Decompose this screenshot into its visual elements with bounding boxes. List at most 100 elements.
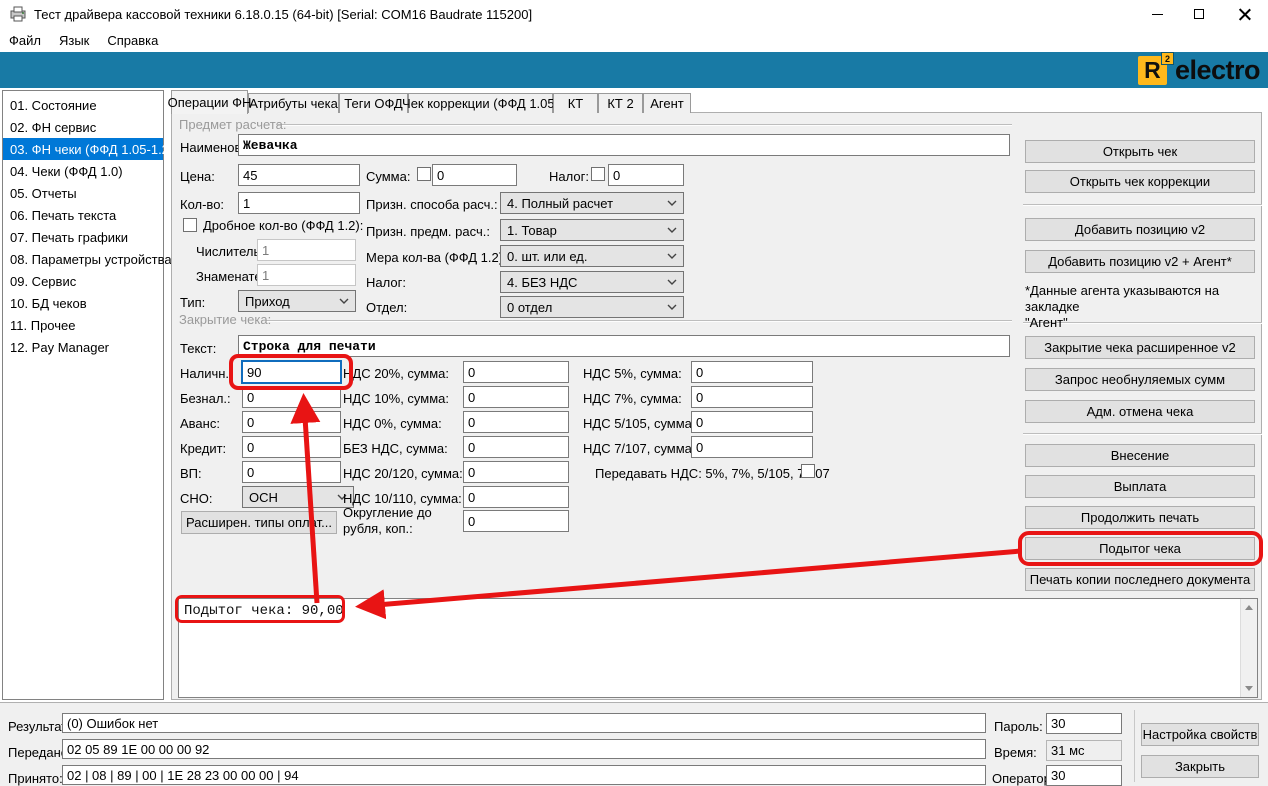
calc-method-select[interactable]: 4. Полный расчет xyxy=(500,192,684,214)
tax-checkbox[interactable] xyxy=(591,167,605,181)
result-field[interactable] xyxy=(62,713,986,733)
sidebar-item-fn-service[interactable]: 02. ФН сервис xyxy=(3,116,163,138)
sidebar-item-pay-manager[interactable]: 12. Pay Manager xyxy=(3,336,163,358)
fraction-qty-checkbox[interactable] xyxy=(183,218,197,232)
sidebar-item-state[interactable]: 01. Состояние xyxy=(3,94,163,116)
vat10-label: НДС 10%, сумма: xyxy=(343,391,449,406)
sidebar-item-print-text[interactable]: 06. Печать текста xyxy=(3,204,163,226)
credit-input[interactable] xyxy=(242,436,341,458)
admin-cancel-receipt-button[interactable]: Адм. отмена чека xyxy=(1025,400,1255,423)
close-button[interactable] xyxy=(1222,0,1268,28)
vat7-input[interactable] xyxy=(691,386,813,408)
vat-none-input[interactable] xyxy=(463,436,569,458)
tab-ofd-tags[interactable]: Теги ОФД xyxy=(339,93,408,113)
open-correction-receipt-button[interactable]: Открыть чек коррекции xyxy=(1025,170,1255,193)
rounding-input[interactable] xyxy=(463,510,569,532)
vat0-input[interactable] xyxy=(463,411,569,433)
operator-input[interactable] xyxy=(1046,765,1122,786)
sidebar-item-print-graphics[interactable]: 07. Печать графики xyxy=(3,226,163,248)
menu-language[interactable]: Язык xyxy=(50,28,98,52)
vp-input[interactable] xyxy=(242,461,341,483)
name-input[interactable] xyxy=(238,134,1010,156)
sidebar-item-device-params[interactable]: 08. Параметры устройства xyxy=(3,248,163,270)
tab-kt[interactable]: КТ xyxy=(553,93,598,113)
calc-method-label: Призн. способа расч.: xyxy=(366,197,498,212)
price-input[interactable] xyxy=(238,164,360,186)
closing-group-title: Закрытие чека: xyxy=(179,312,271,327)
print-text-input[interactable] xyxy=(238,335,1010,357)
vat10-input[interactable] xyxy=(463,386,569,408)
vat-transfer-checkbox[interactable] xyxy=(801,464,815,478)
menubar: Файл Язык Справка xyxy=(0,28,1268,52)
denominator-input[interactable] xyxy=(257,264,356,286)
sidebar-item-fn-receipts[interactable]: 03. ФН чеки (ФФД 1.05-1.2) xyxy=(3,138,163,160)
agent-note-line1: *Данные агента указываются на закладке xyxy=(1025,283,1219,314)
close-app-button[interactable]: Закрыть xyxy=(1141,755,1259,778)
tab-kt2[interactable]: КТ 2 xyxy=(598,93,643,113)
minimize-button[interactable] xyxy=(1134,0,1180,28)
department-select[interactable]: 0 отдел xyxy=(500,296,684,318)
vat20-input[interactable] xyxy=(463,361,569,383)
sent-field[interactable] xyxy=(62,739,986,759)
sum-input[interactable] xyxy=(432,164,517,186)
menu-file[interactable]: Файл xyxy=(0,28,50,52)
close-receipt-extended-v2-button[interactable]: Закрытие чека расширенное v2 xyxy=(1025,336,1255,359)
vp-label: ВП: xyxy=(180,466,202,481)
request-nonzero-sums-button[interactable]: Запрос необнуляемых сумм xyxy=(1025,368,1255,391)
vat7-label: НДС 7%, сумма: xyxy=(583,391,682,406)
vat5-input[interactable] xyxy=(691,361,813,383)
tab-correction-receipt[interactable]: Чек коррекции (ФФД 1.05) xyxy=(408,93,553,113)
extended-payment-types-button[interactable]: Расширен. типы оплат... xyxy=(181,511,337,534)
vat5105-input[interactable] xyxy=(691,411,813,433)
price-label: Цена: xyxy=(180,169,215,184)
numerator-label: Числитель: xyxy=(196,244,264,259)
tab-receipt-attributes[interactable]: Атрибуты чека xyxy=(248,93,339,113)
sno-select[interactable]: ОСН xyxy=(242,486,354,508)
vat5105-label: НДС 5/105, сумма: xyxy=(583,416,696,431)
measure-select[interactable]: 0. шт. или ед. xyxy=(500,245,684,267)
vat10110-label: НДС 10/110, сумма: xyxy=(343,491,462,506)
sidebar-item-receipts[interactable]: 04. Чеки (ФФД 1.0) xyxy=(3,160,163,182)
advance-input[interactable] xyxy=(242,411,341,433)
sum-checkbox[interactable] xyxy=(417,167,431,181)
type-select[interactable]: Приход xyxy=(238,290,356,312)
password-input[interactable] xyxy=(1046,713,1122,734)
tax-select[interactable]: 4. БЕЗ НДС xyxy=(500,271,684,293)
received-field[interactable] xyxy=(62,765,986,785)
sidebar-item-reports[interactable]: 05. Отчеты xyxy=(3,182,163,204)
vat10110-input[interactable] xyxy=(463,486,569,508)
menu-help[interactable]: Справка xyxy=(98,28,167,52)
vat20120-input[interactable] xyxy=(463,461,569,483)
tab-fn-operations[interactable]: Операции ФН xyxy=(171,90,248,114)
continue-print-button[interactable]: Продолжить печать xyxy=(1025,506,1255,529)
qty-input[interactable] xyxy=(238,192,360,214)
sidebar-item-misc[interactable]: 11. Прочее xyxy=(3,314,163,336)
type-value: Приход xyxy=(245,294,290,309)
cash-in-button[interactable]: Внесение xyxy=(1025,444,1255,467)
tab-agent[interactable]: Агент xyxy=(643,93,691,113)
print-copy-last-document-button[interactable]: Печать копии последнего документа xyxy=(1025,568,1255,591)
log-output[interactable]: Подытог чека: 90,00 xyxy=(178,598,1258,698)
sidebar-item-receipt-db[interactable]: 10. БД чеков xyxy=(3,292,163,314)
numerator-input[interactable] xyxy=(257,239,356,261)
department-value: 0 отдел xyxy=(507,300,552,315)
log-scrollbar[interactable] xyxy=(1240,599,1257,697)
tax-input[interactable] xyxy=(608,164,684,186)
subject-group-title: Предмет расчета: xyxy=(179,117,286,132)
subject-attr-select[interactable]: 1. Товар xyxy=(500,219,684,241)
vat7107-input[interactable] xyxy=(691,436,813,458)
properties-button[interactable]: Настройка свойств xyxy=(1141,723,1259,746)
open-receipt-button[interactable]: Открыть чек xyxy=(1025,140,1255,163)
add-position-v2-button[interactable]: Добавить позицию v2 xyxy=(1025,218,1255,241)
sidebar-item-service[interactable]: 09. Сервис xyxy=(3,270,163,292)
add-position-v2-agent-button[interactable]: Добавить позицию v2 + Агент* xyxy=(1025,250,1255,273)
sum-label: Сумма: xyxy=(366,169,410,184)
subtotal-button[interactable]: Подытог чека xyxy=(1025,537,1255,560)
cashless-input[interactable] xyxy=(242,386,341,408)
sidebar: 01. Состояние 02. ФН сервис 03. ФН чеки … xyxy=(2,90,164,700)
cash-out-button[interactable]: Выплата xyxy=(1025,475,1255,498)
chevron-down-icon xyxy=(667,279,677,285)
maximize-button[interactable] xyxy=(1176,0,1222,28)
calc-method-value: 4. Полный расчет xyxy=(507,196,613,211)
cash-input[interactable] xyxy=(242,361,341,383)
